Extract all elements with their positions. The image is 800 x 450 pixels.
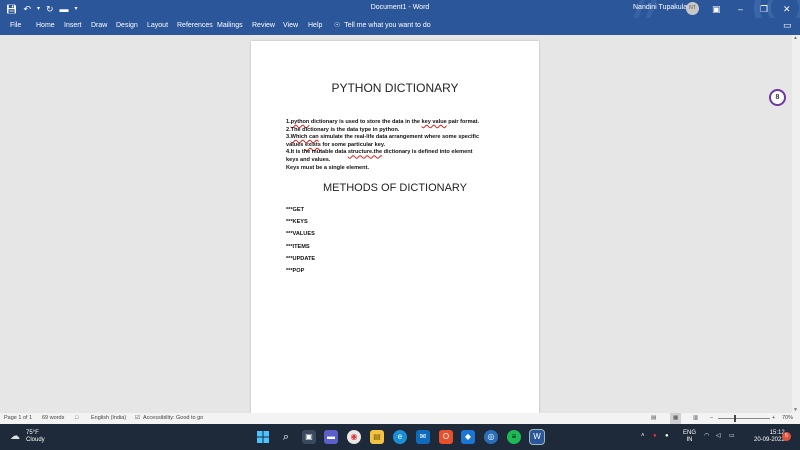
avatar[interactable]: NT	[686, 2, 699, 15]
wifi-icon[interactable]: ◠	[704, 433, 709, 440]
weather-temp: 75°F	[26, 430, 39, 436]
search-icon[interactable]: ⌕	[279, 430, 293, 444]
tell-me-label: Tell me what you want to do	[344, 21, 431, 29]
paragraph-line: 3.Which can simulate the real-life data …	[286, 134, 480, 141]
notification-badge[interactable]: 5	[782, 432, 791, 441]
clock-date: 20-09-2022	[754, 437, 785, 443]
document-page[interactable]: PYTHON DICTIONARY 1.python dictionary is…	[251, 41, 539, 413]
list-item: ***UPDATE	[286, 255, 316, 262]
weather-condition: Cloudy	[26, 437, 45, 443]
chrome-icon[interactable]: ◉	[347, 430, 361, 444]
dropbox-icon[interactable]: ◆	[461, 430, 475, 444]
tab-design[interactable]: Design	[116, 22, 138, 29]
tab-review[interactable]: Review	[252, 22, 275, 29]
read-mode-icon[interactable]: ▤	[651, 413, 656, 424]
close-icon[interactable]: ✕	[783, 2, 791, 16]
file-explorer-icon[interactable]: ▤	[370, 430, 384, 444]
tab-help[interactable]: Help	[308, 22, 322, 29]
accessibility-status[interactable]: Accessibility: Good to go	[143, 413, 203, 424]
scroll-up-icon[interactable]: ▲	[793, 35, 798, 41]
mail-icon[interactable]: ✉	[416, 430, 430, 444]
document-heading: PYTHON DICTIONARY	[331, 81, 459, 95]
clock-time: 15:12	[769, 430, 785, 436]
paragraph-line: values exists for some particular key.	[286, 141, 386, 148]
comment-count-badge[interactable]: 8	[769, 89, 786, 106]
tray-app-icon[interactable]: ●	[653, 433, 657, 440]
web-layout-icon[interactable]: ▥	[693, 413, 698, 424]
chevron-up-icon[interactable]: ˄	[641, 433, 645, 440]
tell-me-search[interactable]: ☉ Tell me what you want to do	[334, 21, 431, 30]
title-bar: 💾︎ ↶ ▾ ↻ ▬ ▾ Document1 - Word Nandini Tu…	[0, 0, 800, 36]
accessibility-icon: ☑	[135, 415, 140, 421]
language-switcher[interactable]: ENG IN	[683, 430, 696, 444]
vertical-scrollbar[interactable]: ▲ ▼	[792, 35, 800, 413]
paragraph-line: 1.python dictionary is used to store the…	[286, 119, 480, 125]
status-bar: Page 1 of 1 69 words □ English (India) ☑…	[0, 413, 800, 424]
spotify-icon[interactable]: ≡	[507, 430, 521, 444]
task-view-icon[interactable]: ▣	[302, 430, 316, 444]
tray-icon[interactable]: ●	[665, 433, 669, 440]
word-icon[interactable]: W	[529, 429, 545, 445]
tab-home[interactable]: Home	[36, 22, 55, 29]
zoom-slider[interactable]	[718, 418, 770, 419]
proofing-icon[interactable]: □	[75, 413, 78, 424]
cloud-icon: ☁	[10, 431, 20, 442]
language-indicator[interactable]: English (India)	[91, 413, 126, 424]
clock[interactable]: 15:12 20-09-2022	[754, 430, 785, 444]
ribbon-tabs: File Home Insert Draw Design Layout Refe…	[0, 18, 800, 35]
tab-references[interactable]: References	[177, 22, 213, 29]
restore-icon[interactable]: ❐	[760, 2, 768, 16]
tab-file[interactable]: File	[10, 22, 21, 29]
print-layout-icon[interactable]: ▦	[670, 413, 682, 424]
list-item: ***VALUES	[286, 231, 315, 238]
lightbulb-icon: ☉	[334, 22, 341, 29]
battery-icon[interactable]: ▭	[729, 433, 735, 440]
paragraph-line: Keys must be a single element.	[286, 164, 370, 171]
region-code: IN	[686, 437, 693, 443]
document-paragraph: 1.python dictionary is used to store the…	[286, 119, 508, 172]
paragraph-line: 2.The dictionary is the data type in pyt…	[286, 126, 400, 133]
methods-list: ***GET ***KEYS ***VALUES ***ITEMS ***UPD…	[286, 207, 315, 280]
tab-insert[interactable]: Insert	[64, 22, 82, 29]
word-count[interactable]: 69 words	[42, 413, 64, 424]
volume-icon[interactable]: ◁	[716, 433, 721, 440]
taskbar: ☁ 75°F Cloudy ⌕ ▣ ▬ ◉ ▤ e ✉ O ◆ ◎ ≡ W ˄ …	[0, 424, 800, 450]
list-item: ***ITEMS	[286, 243, 310, 250]
document-subheading: METHODS OF DICTIONARY	[322, 182, 468, 194]
list-item: ***POP	[286, 267, 305, 274]
zoom-out-icon[interactable]: −	[710, 413, 713, 424]
comments-icon[interactable]: ▭	[783, 20, 792, 31]
list-item: ***KEYS	[286, 219, 308, 226]
vpn-icon[interactable]: ◎	[484, 430, 498, 444]
tab-mailings[interactable]: Mailings	[217, 22, 243, 29]
zoom-level[interactable]: 70%	[782, 413, 793, 424]
page-count[interactable]: Page 1 of 1	[4, 413, 32, 424]
tab-draw[interactable]: Draw	[91, 22, 107, 29]
ribbon-display-icon[interactable]: ▣	[712, 2, 721, 16]
document-canvas: PYTHON DICTIONARY 1.python dictionary is…	[0, 35, 792, 413]
tab-layout[interactable]: Layout	[147, 22, 168, 29]
lang-code: ENG	[683, 430, 697, 436]
weather-widget[interactable]: 75°F Cloudy	[26, 430, 45, 444]
list-item: ***GET	[286, 207, 305, 213]
minimize-icon[interactable]: –	[738, 2, 743, 16]
edge-icon[interactable]: e	[393, 430, 407, 444]
zoom-slider-thumb[interactable]	[734, 415, 736, 422]
paragraph-line: 4.It is the mutable data structure.the d…	[286, 149, 473, 156]
start-icon[interactable]	[256, 430, 270, 444]
user-name[interactable]: Nandini Tupakula	[633, 4, 687, 11]
paragraph-line: keys and values.	[286, 156, 331, 163]
chat-icon[interactable]: ▬	[324, 430, 338, 444]
office-icon[interactable]: O	[439, 430, 453, 444]
tab-view[interactable]: View	[283, 22, 298, 29]
zoom-in-icon[interactable]: +	[772, 413, 775, 424]
